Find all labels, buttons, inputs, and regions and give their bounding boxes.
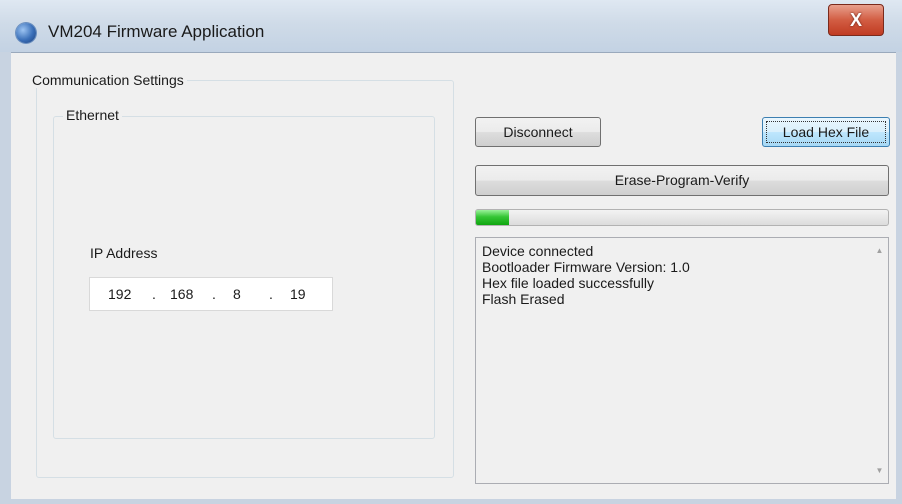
log-line: Device connected: [482, 243, 594, 259]
ip-octet-2[interactable]: 168: [170, 286, 193, 302]
ip-separator: .: [212, 286, 216, 302]
ethernet-label: Ethernet: [63, 107, 122, 123]
progress-bar: [475, 209, 889, 226]
communication-settings-label: Communication Settings: [29, 72, 187, 88]
ip-address-label: IP Address: [87, 245, 161, 261]
scroll-down-arrow-icon[interactable]: ▼: [871, 462, 888, 479]
ip-address-field[interactable]: 192 . 168 . 8 . 19: [89, 277, 333, 311]
erase-program-verify-button[interactable]: Erase-Program-Verify: [475, 165, 889, 196]
window-border-right: [896, 52, 902, 504]
app-globe-icon: [16, 23, 36, 43]
disconnect-button-label: Disconnect: [503, 124, 573, 140]
erase-program-verify-button-label: Erase-Program-Verify: [614, 172, 750, 188]
load-hex-file-button-label: Load Hex File: [782, 124, 870, 140]
log-line: Bootloader Firmware Version: 1.0: [482, 259, 690, 275]
status-log-lines: Device connected Bootloader Firmware Vers…: [482, 243, 690, 307]
log-line: Hex file loaded successfully: [482, 275, 654, 291]
close-button[interactable]: X: [828, 4, 884, 36]
window-border-left: [0, 52, 11, 504]
scroll-up-arrow-icon[interactable]: ▲: [871, 242, 888, 259]
status-log[interactable]: Device connected Bootloader Firmware Vers…: [475, 237, 889, 484]
progress-bar-fill: [476, 210, 509, 225]
ip-separator: .: [269, 286, 273, 302]
window-title: VM204 Firmware Application: [48, 22, 265, 41]
client-area: Communication Settings Ethernet IP Addre…: [11, 52, 896, 499]
ip-separator: .: [152, 286, 156, 302]
disconnect-button[interactable]: Disconnect: [475, 117, 601, 147]
title-bar[interactable]: VM204 Firmware Application X: [0, 0, 902, 52]
ip-octet-3[interactable]: 8: [233, 286, 241, 302]
log-scrollbar[interactable]: ▲ ▼: [871, 238, 888, 483]
log-line: Flash Erased: [482, 291, 565, 307]
ip-octet-4[interactable]: 19: [290, 286, 306, 302]
ip-octet-1[interactable]: 192: [108, 286, 131, 302]
load-hex-file-button[interactable]: Load Hex File: [762, 117, 890, 147]
